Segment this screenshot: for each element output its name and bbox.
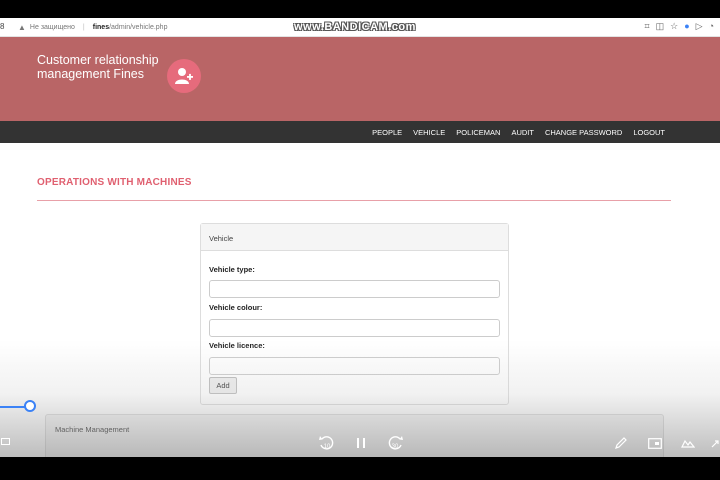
browser-left-edge-icon: 8 (0, 22, 5, 31)
machine-management-heading: Machine Management (55, 425, 130, 434)
screen-recording-frame: 8 ▲ Не защищено | fines /admin/vehicle.p… (0, 0, 720, 480)
camera-icon[interactable]: ◫ (656, 21, 665, 32)
rewind-10-icon[interactable]: 10 (318, 434, 336, 452)
url-host[interactable]: fines (93, 24, 109, 31)
pen-icon[interactable] (613, 435, 629, 451)
browser-extension-icons: ⌗ ◫ ☆ ● ▷ ◔ (645, 21, 714, 32)
add-button[interactable]: Add (209, 377, 237, 394)
pause-icon[interactable] (354, 435, 368, 451)
url-separator: | (82, 23, 85, 31)
caption-left-icon[interactable] (0, 434, 10, 448)
extension-icon[interactable]: ● (684, 21, 689, 32)
caption-icon[interactable] (647, 436, 663, 450)
vehicle-form-heading: Vehicle (201, 224, 508, 251)
section-divider (37, 200, 671, 201)
user-add-icon[interactable] (167, 59, 201, 93)
nav-item-policeman[interactable]: POLICEMAN (456, 128, 500, 137)
vehicle-type-label: Vehicle type: (209, 265, 255, 274)
vehicle-form-panel: Vehicle Vehicle type: Vehicle colour: Ve… (200, 223, 509, 405)
send-icon[interactable]: ▷ (696, 21, 703, 32)
url-path[interactable]: /admin/vehicle.php (109, 24, 167, 31)
recorder-watermark: www.BANDICAM.com (294, 21, 416, 33)
seek-handle[interactable] (24, 400, 36, 412)
web-page: Customer relationship management Fines P… (0, 37, 720, 457)
header-banner: Customer relationship management Fines (0, 37, 720, 121)
nav-item-vehicle[interactable]: VEHICLE (413, 128, 445, 137)
nav-item-change-password[interactable]: CHANGE PASSWORD (545, 128, 622, 137)
nav-item-audit[interactable]: AUDIT (511, 128, 534, 137)
warning-icon: ▲ (18, 22, 26, 32)
history-icon[interactable]: ◔ (709, 21, 714, 32)
forward-30-label: 30 (392, 444, 399, 450)
rewind-10-label: 10 (324, 444, 331, 450)
nav-item-people[interactable]: PEOPLE (372, 128, 402, 137)
star-icon[interactable]: ☆ (670, 21, 678, 32)
nav-item-logout[interactable]: LOGOUT (633, 128, 665, 137)
forward-30-icon[interactable]: 30 (386, 434, 404, 452)
main-nav: PEOPLE VEHICLE POLICEMAN AUDIT CHANGE PA… (0, 121, 720, 143)
qr-icon[interactable]: ⌗ (645, 21, 650, 32)
letterbox-bottom (0, 457, 720, 480)
vehicle-licence-input[interactable] (209, 357, 500, 375)
section-title: OPERATIONS WITH MACHINES (37, 177, 192, 188)
security-warning: Не защищено (29, 23, 75, 31)
fullscreen-icon[interactable] (710, 436, 720, 450)
vehicle-colour-label: Vehicle colour: (209, 303, 263, 312)
vehicle-licence-label: Vehicle licence: (209, 341, 265, 350)
vehicle-colour-input[interactable] (209, 319, 500, 337)
vehicle-type-input[interactable] (209, 280, 500, 298)
app-title: Customer relationship management Fines (37, 53, 159, 81)
nav-items: PEOPLE VEHICLE POLICEMAN AUDIT CHANGE PA… (372, 121, 665, 143)
pip-icon[interactable] (680, 435, 696, 451)
